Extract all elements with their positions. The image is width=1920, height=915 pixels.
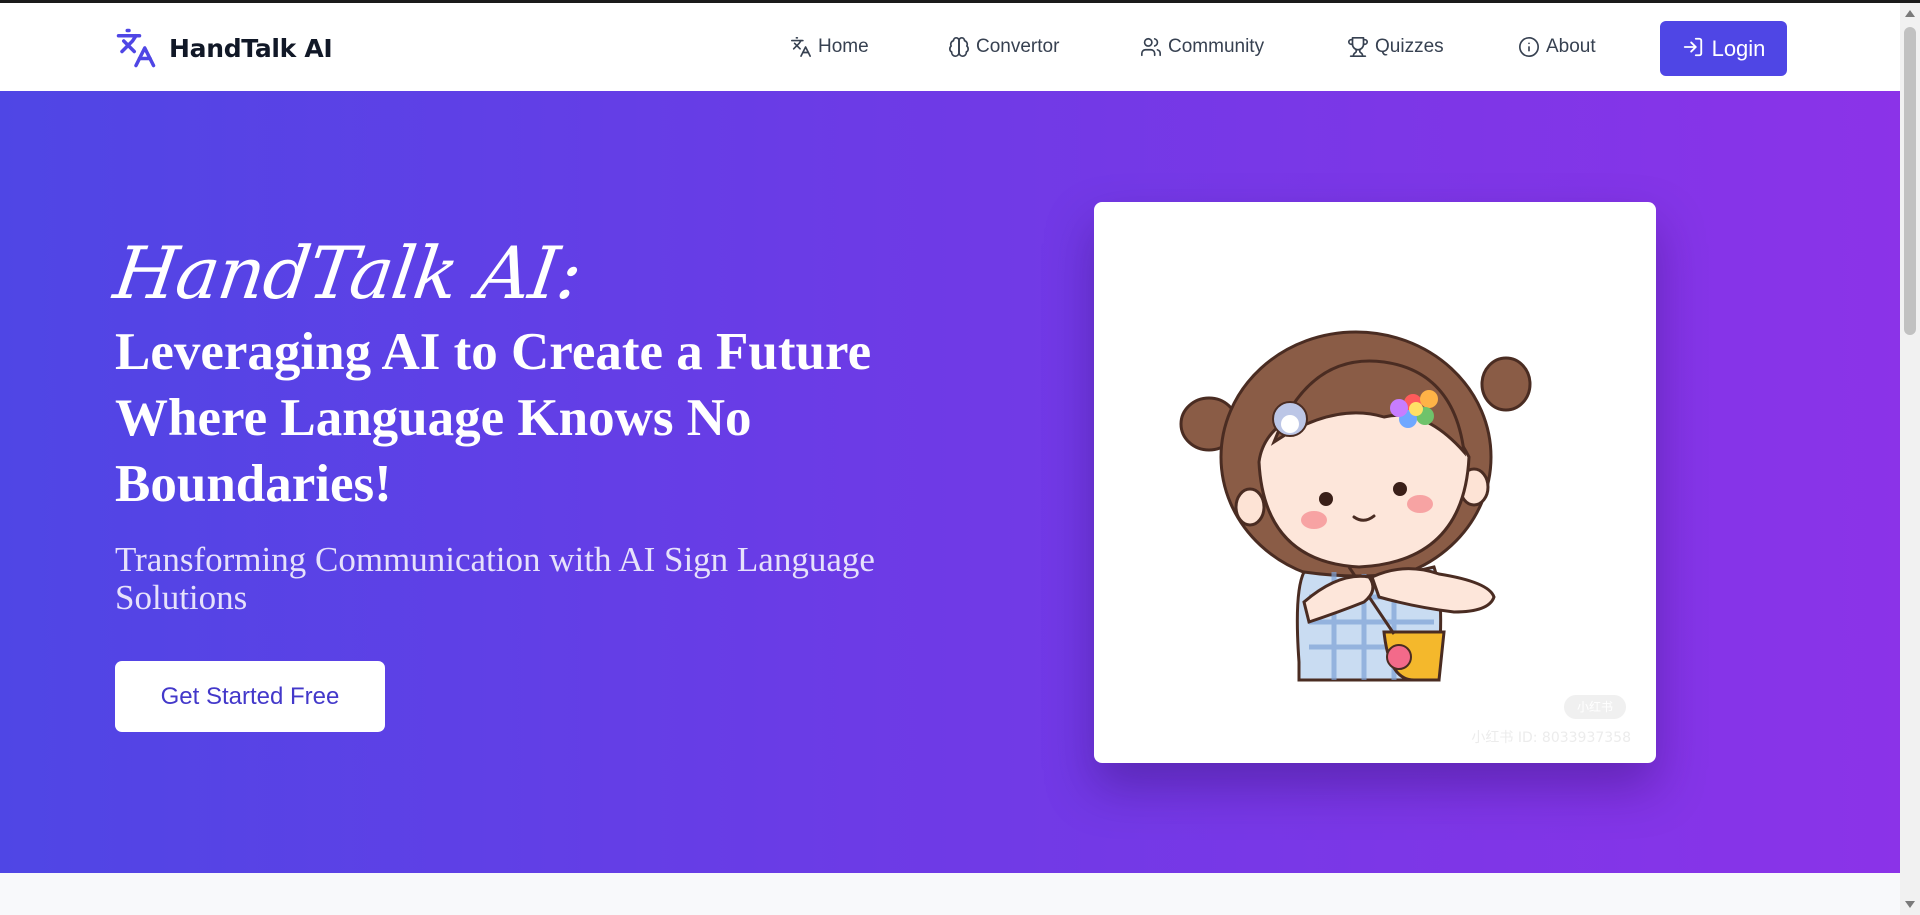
- brain-icon: [948, 36, 970, 58]
- nav-item-about[interactable]: About: [1518, 36, 1596, 58]
- translate-icon: [115, 27, 157, 69]
- scroll-up-arrow-icon[interactable]: [1905, 10, 1915, 17]
- login-icon: [1682, 36, 1704, 61]
- login-label: Login: [1711, 35, 1766, 61]
- navbar: HandTalk AI Home Convertor Community Qui…: [0, 3, 1900, 91]
- brand-logo[interactable]: HandTalk AI: [115, 27, 333, 69]
- image-watermark: 小红书 ID: 8033937358: [1471, 730, 1631, 746]
- scroll-thumb[interactable]: [1904, 27, 1916, 335]
- hero-subtitle: Transforming Communication with AI Sign …: [115, 540, 875, 617]
- hero-script-title: HandTalk AI:: [109, 231, 587, 315]
- scroll-down-arrow-icon[interactable]: [1905, 901, 1915, 908]
- users-icon: [1140, 36, 1162, 58]
- cartoon-girl-illustration: [1179, 330, 1532, 682]
- watermark-badge: 小红书: [1564, 695, 1626, 719]
- hero-section: HandTalk AI: Leveraging AI to Create a F…: [0, 91, 1900, 873]
- trophy-icon: [1347, 36, 1369, 58]
- get-started-button[interactable]: Get Started Free: [115, 661, 385, 732]
- translate-icon: [790, 36, 812, 58]
- hero-image-card: 小红书 小红书 ID: 8033937358: [1094, 202, 1656, 763]
- brand-name: HandTalk AI: [169, 33, 333, 63]
- nav-label: Quizzes: [1375, 36, 1444, 57]
- hero-title: Leveraging AI to Create a Future Where L…: [115, 323, 872, 513]
- page-scrollbar[interactable]: [1900, 3, 1920, 915]
- nav-item-convertor[interactable]: Convertor: [948, 36, 1059, 58]
- nav-item-home[interactable]: Home: [790, 36, 869, 58]
- nav-item-quizzes[interactable]: Quizzes: [1347, 36, 1444, 58]
- info-icon: [1518, 36, 1540, 58]
- nav-item-community[interactable]: Community: [1140, 36, 1264, 58]
- nav-label: Convertor: [976, 36, 1060, 57]
- nav-label: About: [1546, 36, 1596, 57]
- nav-label: Home: [818, 36, 869, 57]
- login-button[interactable]: Login: [1660, 21, 1787, 76]
- next-section: [0, 873, 1900, 915]
- nav-label: Community: [1168, 36, 1265, 57]
